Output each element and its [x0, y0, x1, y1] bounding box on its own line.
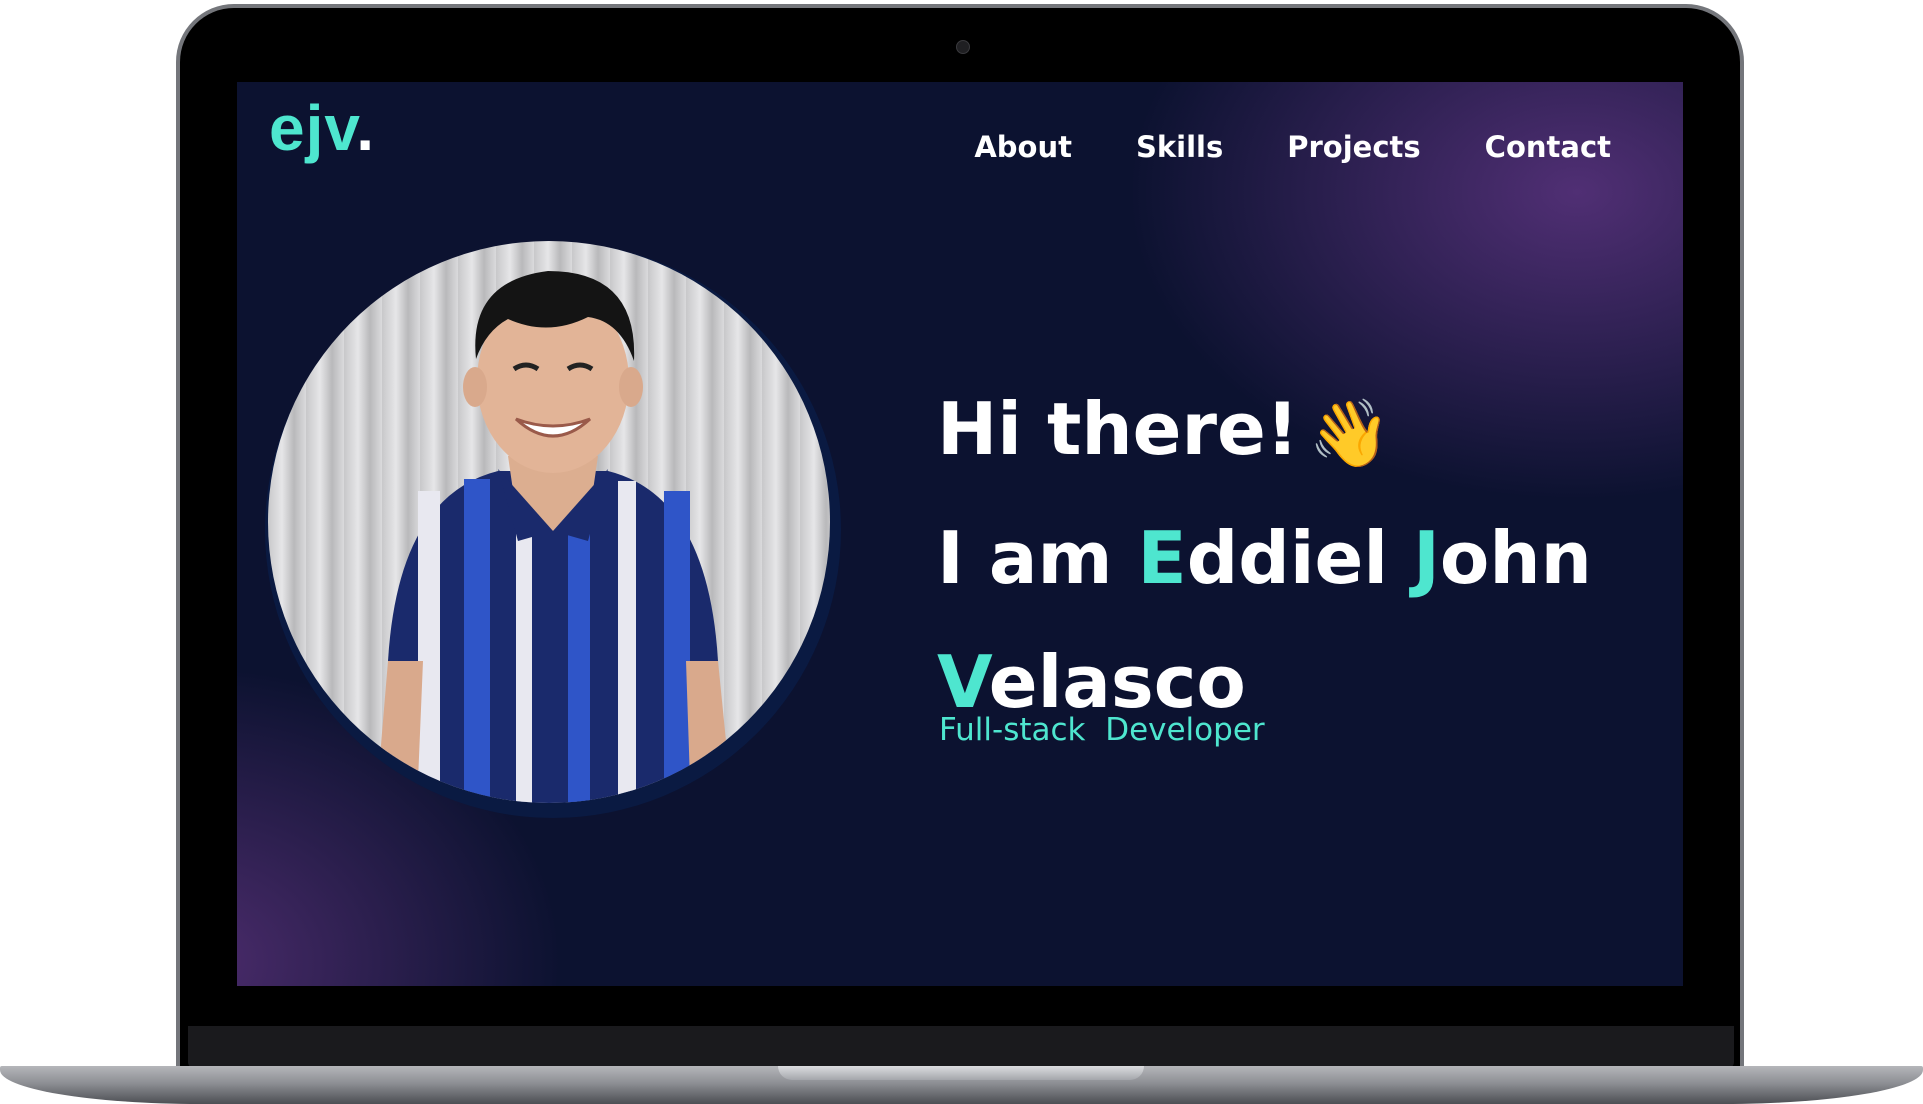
greeting-text: Hi there! [937, 387, 1299, 471]
first-name-initial: E [1137, 516, 1187, 601]
greeting-line: Hi there! 👋 [937, 367, 1667, 496]
logo-letters: ejv [269, 92, 357, 164]
profile-photo-illustration [378, 271, 730, 803]
site-logo[interactable]: ejv. [269, 90, 375, 167]
name-line: I am Eddiel John [937, 496, 1667, 620]
hero-headline: Hi there! 👋 I am Eddiel John Velasco [937, 367, 1667, 744]
nav-link-skills[interactable]: Skills [1136, 130, 1223, 164]
first-name-rest: ddiel [1186, 516, 1389, 601]
nav-link-projects[interactable]: Projects [1287, 130, 1420, 164]
website-screen: ejv. About Skills Projects Contact Hi th… [237, 82, 1683, 986]
nav-link-about[interactable]: About [974, 130, 1072, 164]
profile-photo [268, 241, 830, 803]
laptop-hinge [188, 1026, 1734, 1068]
main-nav: About Skills Projects Contact [974, 130, 1611, 164]
logo-dot: . [356, 92, 375, 164]
intro-text: I am [937, 516, 1113, 601]
middle-name-rest: ohn [1439, 516, 1592, 601]
waving-hand-icon: 👋 [1308, 395, 1391, 473]
camera-dot-icon [956, 40, 970, 54]
nav-link-contact[interactable]: Contact [1485, 130, 1611, 164]
middle-name-initial: J [1413, 516, 1440, 601]
laptop-notch [778, 1066, 1144, 1080]
role-subtitle: Full-stack Developer [939, 712, 1265, 748]
